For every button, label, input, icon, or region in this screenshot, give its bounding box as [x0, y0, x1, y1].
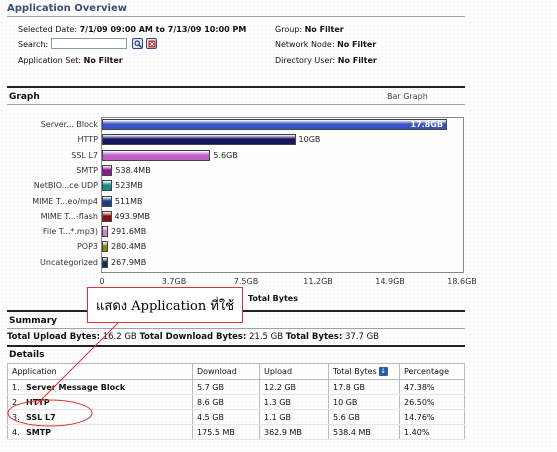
highlight-ellipse — [7, 399, 93, 427]
annotation-overlay — [7, 322, 119, 427]
callout-arrow — [35, 322, 119, 406]
annotation-callout: แสดง Application ที่ใช้ — [87, 287, 243, 323]
